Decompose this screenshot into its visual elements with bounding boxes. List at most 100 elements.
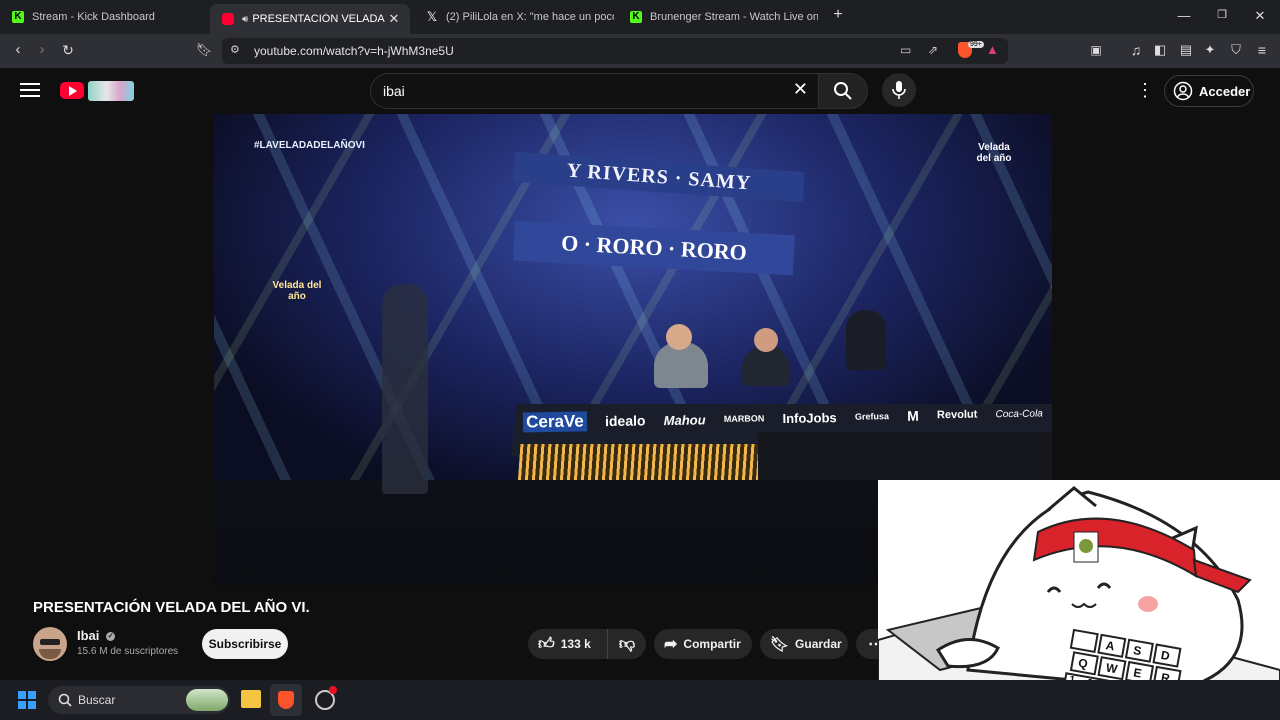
windows-start-icon[interactable] [18,691,36,709]
sponsor-logo: Grefusa [854,411,889,422]
tab-strip: K Stream - Kick Dashboard 🔊︎ PRESENTACIÓ… [0,0,1280,34]
leo-ai-icon[interactable]: ✦ [1200,42,1220,58]
site-info-icon[interactable]: ⚙ [230,43,240,56]
share-arrow-icon: ➦ [664,636,678,653]
sponsor-logo: MARBON [723,413,765,425]
kick-icon: K [12,11,24,23]
close-icon[interactable]: ✕ [386,11,402,27]
rewards-icon[interactable]: ▲ [986,42,999,57]
voice-search-button[interactable] [882,73,916,107]
sponsor-logo: Coca-Cola [995,407,1043,420]
forward-icon[interactable]: › [32,42,52,58]
sponsor-logo: idealo [604,412,646,430]
sign-in-button[interactable]: Acceder [1164,75,1254,107]
search-text: ibai [383,83,405,99]
sponsor-logo: Mahou [663,411,706,428]
video-title: PRESENTACIÓN VELADA DEL AÑO VI. [33,599,310,616]
search-input[interactable]: ibai ✕ [370,73,822,109]
tab-brunenger-stream[interactable]: K Brunenger Stream - Watch Live on Kick [618,4,818,30]
hamburger-menu-icon[interactable] [20,80,40,100]
brave-browser-icon[interactable] [270,684,302,716]
menu-icon[interactable]: ≡ [1252,42,1272,58]
new-tab-button[interactable]: + [828,6,848,24]
toolbar: ‹ › ↻ 🔖︎ ⚙ youtube.com/watch?v=h-jWhM3ne… [0,34,1280,68]
x-icon: 𝕏 [426,9,438,24]
search-button[interactable] [818,73,868,109]
account-icon [1173,81,1193,101]
velada-logo: Velada del año [976,142,1012,164]
brave-badge: 99+ [968,41,984,48]
save-label: Guardar [795,637,842,651]
save-icon: 🔖︎ [770,636,790,653]
sponsor-logo: Revolut [936,408,978,422]
minimize-button[interactable]: — [1174,8,1194,23]
sponsor-logo: M [906,407,919,424]
doodle-icon [88,81,134,101]
microphone-icon [892,81,906,99]
vpn-icon[interactable]: ⛉ [1226,42,1246,58]
taskbar: Buscar [0,680,1280,720]
host-person [846,310,886,370]
tab-title: Stream - Kick Dashboard [32,11,155,23]
share-button[interactable]: ➦ Compartir [654,629,752,659]
close-window-button[interactable]: ✕ [1250,8,1270,24]
tab-title: PRESENTACIÓN VELADA DEL AÑO VI. [252,13,386,25]
channel-name-text: Ibai [77,628,100,643]
tab-youtube-video[interactable]: 🔊︎ PRESENTACIÓN VELADA DEL AÑO VI. ✕ [210,4,410,34]
obs-icon[interactable] [315,686,337,710]
share-icon[interactable]: ⇗ [928,43,938,57]
notification-dot [329,686,337,694]
save-button[interactable]: 🔖︎ Guardar [760,629,848,659]
speaker-icon[interactable]: 🔊︎ [242,14,248,25]
desk-front [758,432,1052,482]
verified-icon: ✓ [106,632,116,642]
like-button[interactable]: 👍︎ 133 k [528,629,608,659]
search-icon [58,693,72,707]
tab-title: Brunenger Stream - Watch Live on Kick [650,11,818,23]
sidebar-toggle-icon[interactable]: ◧ [1150,42,1170,58]
person-left [382,284,428,494]
like-dislike-group: 👍︎ 133 k 👎︎ [528,629,646,659]
avatar[interactable] [33,627,67,661]
sign-in-label: Acceder [1199,84,1251,99]
bookmark-icon[interactable]: 🔖︎ [194,42,214,58]
search-highlight-image [186,689,228,711]
tab-title: (2) PiliLola en X: "me hace un poco de [446,11,614,23]
music-icon[interactable]: ♫ [1126,42,1146,58]
subscribe-button[interactable]: Subscribirse [202,629,288,659]
taskbar-search-label: Buscar [78,693,116,707]
sponsor-logo: CeraVe [522,411,587,433]
clear-search-icon[interactable]: ✕ [793,79,808,100]
file-explorer-icon[interactable] [241,690,261,708]
youtube-header: ibai ✕ ⋮ Acceder [0,68,1280,114]
thumbs-down-icon: 👎︎ [618,635,636,653]
dislike-button[interactable]: 👎︎ [608,629,646,659]
sidebar-panel-icon[interactable]: ▣ [1086,42,1106,58]
sponsor-logo: InfoJobs [782,409,837,426]
taskbar-search[interactable]: Buscar [48,686,230,714]
share-label: Compartir [683,637,741,651]
host-head [666,324,692,350]
channel-name[interactable]: Ibai ✓ [77,628,116,643]
cast-icon[interactable]: ▭ [900,43,911,57]
stage-logo-left: Velada del año [272,280,322,302]
kick-icon: K [630,11,642,23]
like-count: 133 k [560,637,591,651]
hashtag-watermark: #LAVELADADELAÑOVI [254,140,365,151]
tab-x-post[interactable]: 𝕏 (2) PiliLola en X: "me hace un poco de [414,4,614,30]
reload-icon[interactable]: ↻ [58,42,78,58]
key-label: W [1104,660,1119,677]
restore-button[interactable]: ❐ [1212,8,1232,21]
search-icon [834,82,852,100]
tab-kick-dashboard[interactable]: K Stream - Kick Dashboard [0,4,205,30]
back-icon[interactable]: ‹ [8,42,28,58]
host-head [754,328,778,352]
thumbs-up-icon: 👍︎ [538,635,555,653]
youtube-icon [222,13,234,25]
youtube-play-icon [60,82,84,99]
subscriber-count: 15.6 M de suscriptores [77,646,179,657]
address-bar[interactable]: ⚙ youtube.com/watch?v=h-jWhM3ne5U ▭ ⇗ 99… [222,38,1008,64]
wallet-icon[interactable]: ▤ [1176,42,1196,58]
more-options-icon[interactable]: ⋮ [1136,80,1154,101]
youtube-logo[interactable] [60,81,136,101]
